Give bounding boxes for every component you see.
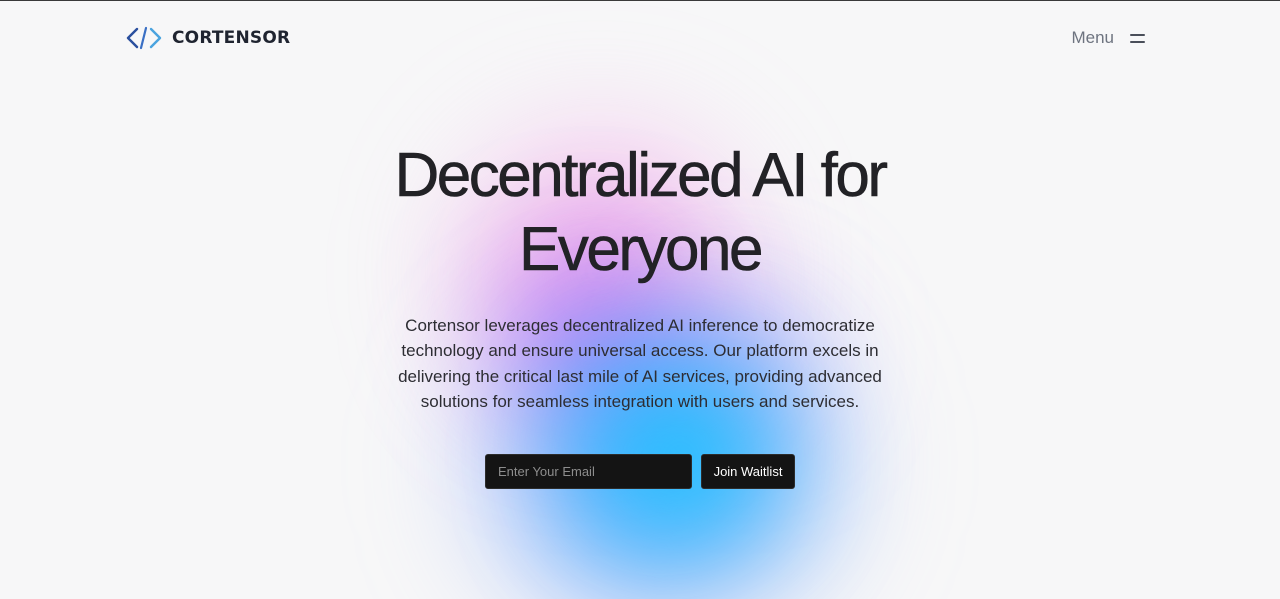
hero-description: Cortensor leverages decentralized AI inf…	[398, 316, 882, 411]
email-input[interactable]	[485, 454, 692, 490]
hero-section: Decentralized AI for Everyone Cortensor …	[0, 139, 1280, 490]
menu-button[interactable]: Menu	[1071, 28, 1145, 48]
waitlist-form: Join Waitlist	[0, 454, 1280, 490]
code-brackets-icon	[126, 26, 162, 50]
site-header: CORTENSOR Menu	[125, 25, 1145, 51]
brand-logo-link[interactable]: CORTENSOR	[125, 25, 290, 51]
join-waitlist-button[interactable]: Join Waitlist	[701, 454, 795, 490]
brand-name: CORTENSOR	[172, 28, 291, 48]
landing-page: CORTENSOR Menu Decentralized AI for Ever…	[0, 0, 1280, 599]
hero-title: Decentralized AI for Everyone	[394, 141, 888, 285]
menu-label: Menu	[1071, 28, 1114, 47]
hamburger-icon	[1130, 33, 1145, 43]
